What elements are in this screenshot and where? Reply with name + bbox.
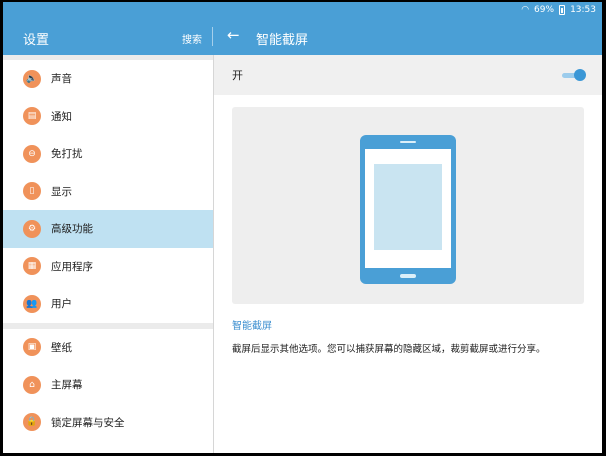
app-bar: 设置 搜索 ← 智能截屏: [3, 18, 602, 55]
tablet-screen: [365, 149, 451, 268]
sidebar-item[interactable]: ⚙ 高级功能: [3, 210, 213, 248]
users-icon: 👥: [23, 294, 41, 313]
sidebar-item-label: 应用程序: [51, 260, 93, 273]
sidebar-item[interactable]: ▣ 壁纸: [3, 329, 213, 367]
sidebar-group-1: 🔈 声音 ▤ 通知 ⊖ 免打扰 ▯ 显示 ⚙ 高级功能 ▦ 应用程序 👥 用户: [3, 60, 213, 323]
sidebar-item-label: 锁定屏幕与安全: [51, 416, 125, 429]
status-bar: ◠ 69% 13:53: [3, 2, 602, 18]
wallpaper-icon: ▣: [23, 338, 41, 357]
toggle-label: 开: [232, 69, 243, 82]
sidebar-item[interactable]: ⌂ 主屏幕: [3, 366, 213, 404]
advanced-features-icon: ⚙: [23, 219, 41, 238]
sidebar-item[interactable]: 🔒 锁定屏幕与安全: [3, 404, 213, 442]
appbar-divider: [212, 27, 213, 46]
tablet-home-button: [400, 274, 416, 278]
notification-icon: ▤: [23, 107, 41, 126]
master-toggle-row[interactable]: 开: [214, 55, 602, 95]
sidebar-item-label: 高级功能: [51, 223, 93, 236]
sidebar-item-label: 通知: [51, 110, 72, 123]
battery-icon: [559, 5, 566, 15]
tablet-speaker: [400, 141, 416, 143]
settings-title: 设置: [23, 33, 50, 48]
sidebar-item-label: 声音: [51, 73, 72, 86]
settings-sidebar: 🔈 声音 ▤ 通知 ⊖ 免打扰 ▯ 显示 ⚙ 高级功能 ▦ 应用程序 👥 用户 ▣ 壁纸 ⌂ 主屏幕 🔒 锁定屏幕与…: [3, 55, 213, 453]
page-title: 智能截屏: [256, 33, 309, 48]
sidebar-item[interactable]: ▦ 应用程序: [3, 248, 213, 286]
sidebar-item[interactable]: 👥 用户: [3, 285, 213, 323]
clock: 13:53: [570, 5, 596, 15]
sidebar-group-2: ▣ 壁纸 ⌂ 主屏幕 🔒 锁定屏幕与安全: [3, 329, 213, 442]
sidebar-item[interactable]: ⊖ 免打扰: [3, 135, 213, 173]
switch-knob: [574, 69, 586, 81]
sidebar-item-label: 用户: [51, 298, 72, 311]
back-arrow-icon[interactable]: ←: [227, 26, 240, 44]
sidebar-item-label: 显示: [51, 185, 72, 198]
capture-area: [374, 164, 442, 250]
feature-illustration: [232, 107, 584, 304]
home-screen-icon: ⌂: [23, 375, 41, 394]
smart-capture-panel: 开 智能截屏 截屏后显示其他选项。您可以捕获屏幕的隐藏区域，裁剪截屏或进行分享。: [214, 55, 602, 453]
section-title: 智能截屏: [232, 321, 272, 332]
settings-screen: ◠ 69% 13:53 设置 搜索 ← 智能截屏 🔈 声音 ▤ 通知 ⊖ 免打扰 ▯ 显示 ⚙ 高…: [3, 2, 602, 453]
tablet-illustration-icon: [360, 135, 456, 284]
feature-description: 截屏后显示其他选项。您可以捕获屏幕的隐藏区域，裁剪截屏或进行分享。: [232, 344, 546, 355]
sidebar-item-label: 免打扰: [51, 148, 83, 161]
do-not-disturb-icon: ⊖: [23, 144, 41, 163]
sidebar-item[interactable]: 🔈 声音: [3, 60, 213, 98]
lock-icon: 🔒: [23, 413, 41, 432]
sidebar-item[interactable]: ▤ 通知: [3, 98, 213, 136]
toggle-switch[interactable]: [562, 69, 586, 81]
battery-percent: 69%: [534, 5, 555, 15]
sidebar-item-label: 壁纸: [51, 341, 72, 354]
sidebar-item[interactable]: ▯ 显示: [3, 173, 213, 211]
sidebar-item-label: 主屏幕: [51, 379, 83, 392]
search-button[interactable]: 搜索: [182, 31, 202, 46]
apps-icon: ▦: [23, 257, 41, 276]
volume-icon: 🔈: [23, 69, 41, 88]
wifi-icon: ◠: [521, 5, 530, 15]
display-icon: ▯: [23, 182, 41, 201]
